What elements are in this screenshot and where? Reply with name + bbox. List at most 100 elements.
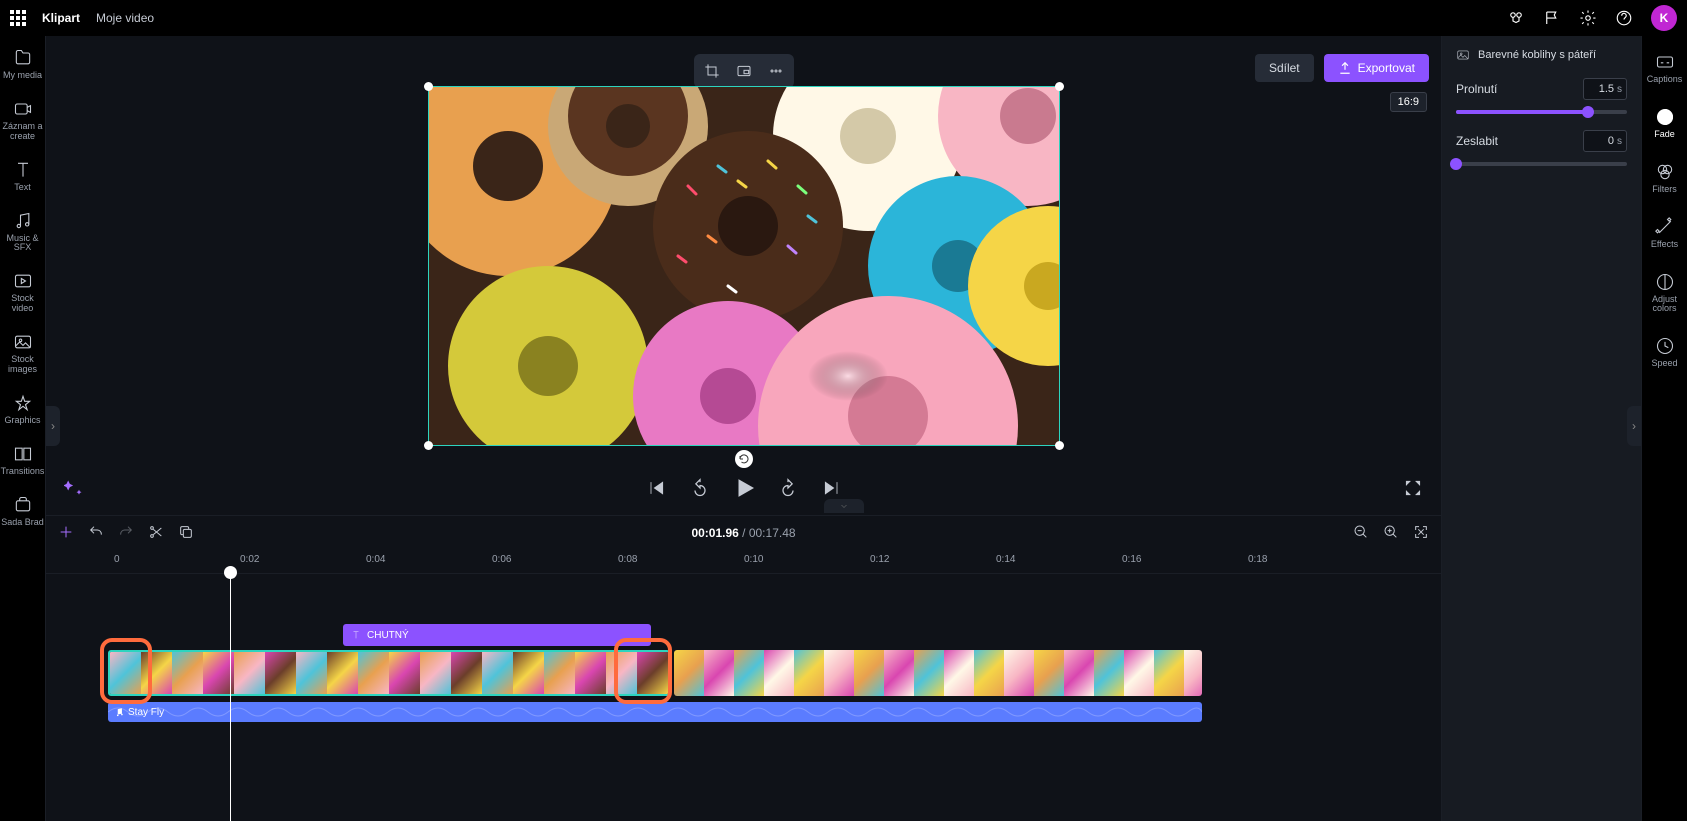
zoom-in-icon[interactable] (1383, 524, 1399, 543)
sidebar-item-record[interactable]: Záznam a create (1, 93, 45, 148)
clip-thumbnail (544, 652, 575, 694)
text-clip[interactable]: CHUTNÝ (343, 624, 651, 646)
video-clip-1[interactable] (108, 650, 670, 696)
flag-icon[interactable] (1543, 9, 1561, 27)
video-preview[interactable] (428, 86, 1060, 446)
clip-thumbnail (358, 652, 389, 694)
label: Stock video (1, 294, 45, 314)
undo-icon[interactable] (88, 524, 104, 543)
settings-icon[interactable] (1579, 9, 1597, 27)
left-sidebar: My media Záznam a create Text Music & SF… (0, 36, 46, 821)
label: Effects (1651, 240, 1678, 250)
fullscreen-icon[interactable] (1401, 476, 1425, 500)
resize-handle-tr[interactable] (1055, 82, 1064, 91)
pip-icon[interactable] (729, 57, 759, 85)
clip-thumbnail (914, 650, 944, 696)
label: My media (3, 71, 42, 81)
right-panel: Barevné koblihy s páteří Prolnutí 1.5s Z… (1441, 36, 1641, 821)
clip-thumbnail (637, 652, 668, 694)
split-icon[interactable] (148, 524, 164, 543)
clip-thumbnail (575, 652, 606, 694)
right-panel-toggle[interactable]: › (1627, 406, 1641, 446)
text-clip-label: CHUTNÝ (367, 630, 409, 641)
achievements-icon[interactable] (1507, 9, 1525, 27)
clip-thumbnail (794, 650, 824, 696)
clip-thumbnail (974, 650, 1004, 696)
timeline-ruler[interactable]: 00:020:040:060:080:100:120:140:160:18 (46, 550, 1441, 574)
sidebar-item-fade[interactable]: Fade (1643, 101, 1687, 146)
forward-icon[interactable] (776, 476, 800, 500)
video-clip-2[interactable] (674, 650, 1202, 696)
fade-out-input[interactable]: 0s (1583, 130, 1627, 152)
project-name[interactable]: Moje video (96, 11, 154, 25)
sidebar-item-captions[interactable]: Captions (1643, 46, 1687, 91)
skip-start-icon[interactable] (644, 476, 668, 500)
fade-in-slider[interactable] (1456, 110, 1627, 114)
sidebar-item-stockimages[interactable]: Stock images (1, 326, 45, 381)
center-area: Sdílet Exportovat 16:9 (46, 36, 1441, 821)
rotate-handle[interactable] (735, 450, 753, 468)
apps-menu-icon[interactable] (10, 10, 26, 26)
timeline-collapse-toggle[interactable] (824, 499, 864, 513)
clip-thumbnail (1034, 650, 1064, 696)
clip-thumbnail (110, 652, 141, 694)
resize-handle-tl[interactable] (424, 82, 433, 91)
rewind-icon[interactable] (688, 476, 712, 500)
magic-icon[interactable] (62, 476, 86, 500)
sidebar-item-transitions[interactable]: Transitions (1, 438, 45, 483)
export-button[interactable]: Exportovat (1324, 54, 1429, 82)
resize-handle-br[interactable] (1055, 441, 1064, 450)
crop-icon[interactable] (697, 57, 727, 85)
ruler-tick: 0:04 (366, 554, 385, 565)
clip-thumbnail (944, 650, 974, 696)
sidebar-item-brand[interactable]: Sada Brad (1, 489, 45, 534)
sidebar-item-speed[interactable]: Speed (1643, 330, 1687, 375)
user-avatar[interactable]: K (1651, 5, 1677, 31)
aspect-ratio-badge[interactable]: 16:9 (1390, 92, 1427, 112)
audio-clip[interactable]: Stay Fly (108, 702, 1202, 722)
label: Fade (1654, 130, 1675, 140)
fade-out-slider[interactable] (1456, 162, 1627, 166)
sidebar-item-text[interactable]: Text (1, 154, 45, 199)
add-icon[interactable] (58, 524, 74, 543)
sidebar-item-adjust[interactable]: Adjust colors (1643, 266, 1687, 321)
help-icon[interactable] (1615, 9, 1633, 27)
label: Sada Brad (1, 518, 44, 528)
timeline-tracks[interactable]: CHUTNÝ Stay Fly (46, 574, 1441, 821)
ruler-tick: 0:02 (240, 554, 259, 565)
audio-clip-label: Stay Fly (128, 707, 164, 718)
ruler-tick: 0:06 (492, 554, 511, 565)
copy-icon[interactable] (178, 524, 194, 543)
right-sidebar: Captions Fade Filters Effects Adjust col… (1641, 36, 1687, 821)
duration: 00:17.48 (749, 526, 796, 540)
current-time: 00:01.96 (691, 526, 738, 540)
fade-out-label: Zeslabit (1456, 134, 1498, 148)
clip-thumbnail (141, 652, 172, 694)
zoom-out-icon[interactable] (1353, 524, 1369, 543)
skip-end-icon[interactable] (820, 476, 844, 500)
fade-in-input[interactable]: 1.5s (1583, 78, 1627, 100)
clip-thumbnail (764, 650, 794, 696)
sidebar-item-stockvideo[interactable]: Stock video (1, 265, 45, 320)
sidebar-item-media[interactable]: My media (1, 42, 45, 87)
zoom-fit-icon[interactable] (1413, 524, 1429, 543)
playhead[interactable] (230, 574, 231, 821)
clip-thumbnail (1094, 650, 1124, 696)
timeline: 00:01.96 / 00:17.48 00:020:040:060:080:1… (46, 515, 1441, 821)
ruler-tick: 0:10 (744, 554, 763, 565)
resize-handle-bl[interactable] (424, 441, 433, 450)
clip-thumbnail (327, 652, 358, 694)
more-icon[interactable] (761, 57, 791, 85)
clip-thumbnail (420, 652, 451, 694)
redo-icon[interactable] (118, 524, 134, 543)
stage-toolbar (694, 54, 794, 88)
play-icon[interactable] (732, 476, 756, 500)
clip-name: Barevné koblihy s páteří (1478, 49, 1596, 61)
sidebar-item-effects[interactable]: Effects (1643, 211, 1687, 256)
app-name: Klipart (42, 11, 80, 25)
share-button[interactable]: Sdílet (1255, 54, 1314, 82)
clip-thumbnail (513, 652, 544, 694)
sidebar-item-music[interactable]: Music & SFX (1, 205, 45, 260)
sidebar-item-filters[interactable]: Filters (1643, 156, 1687, 201)
sidebar-item-graphics[interactable]: Graphics (1, 387, 45, 432)
